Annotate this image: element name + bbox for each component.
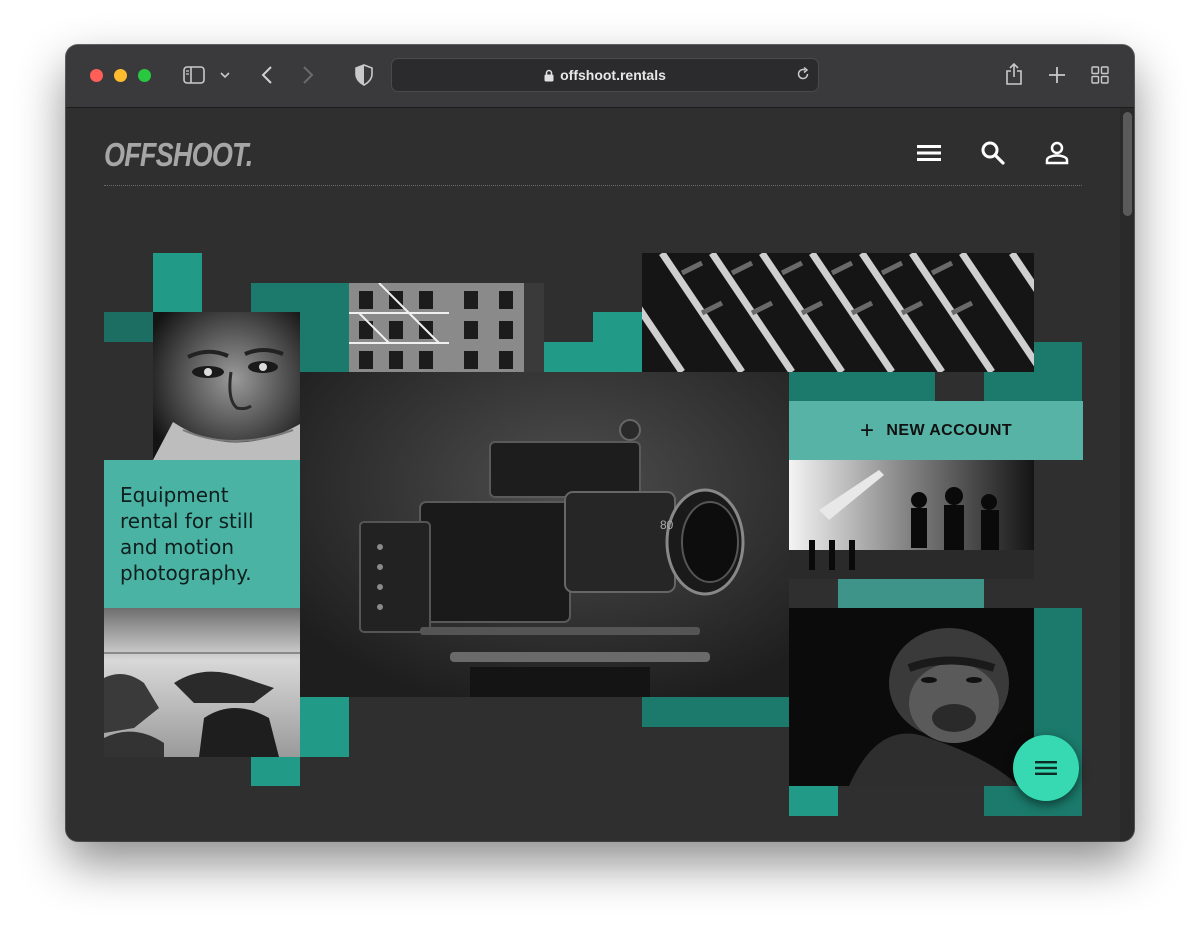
share-icon[interactable]: [1003, 61, 1025, 87]
lock-icon: [544, 69, 554, 82]
scrollbar-thumb[interactable]: [1123, 112, 1132, 216]
page-viewport: OFFSHOOT. 80 Equipment rental for still …: [66, 108, 1134, 841]
mosaic-block: [789, 786, 838, 816]
photo-old-man-portrait: [153, 312, 300, 460]
menu-icon[interactable]: [912, 136, 946, 170]
mosaic-block: [642, 697, 789, 727]
header-divider: [104, 185, 1082, 186]
mosaic-block: [153, 253, 202, 312]
menu-icon: [1035, 760, 1057, 776]
shield-icon[interactable]: [353, 63, 375, 87]
browser-toolbar: offshoot.rentals: [66, 45, 1134, 108]
photo-cinema-camera: 80: [300, 372, 789, 697]
new-account-label: NEW ACCOUNT: [886, 421, 1012, 439]
url-text: offshoot.rentals: [560, 67, 666, 83]
photo-fire-escape-building: [349, 283, 544, 372]
browser-window: offshoot.rentals OFFSHOOT. 80 Equipment …: [66, 45, 1134, 841]
photo-gorilla-portrait: [789, 608, 1034, 786]
svg-text:80: 80: [660, 518, 674, 532]
new-tab-icon[interactable]: [1046, 64, 1068, 86]
chevron-down-icon[interactable]: [218, 67, 232, 83]
plus-icon: +: [860, 416, 875, 444]
site-logo[interactable]: OFFSHOOT.: [104, 136, 253, 174]
mosaic-block: [544, 342, 642, 372]
tagline: Equipment rental for still and motion ph…: [104, 460, 300, 608]
minimize-window-button[interactable]: [114, 69, 127, 82]
mosaic-block: [838, 579, 984, 608]
fab-menu-button[interactable]: [1013, 735, 1079, 801]
mosaic-block: [300, 697, 349, 757]
tab-overview-icon[interactable]: [1089, 64, 1111, 86]
close-window-button[interactable]: [90, 69, 103, 82]
new-account-button[interactable]: + NEW ACCOUNT: [789, 401, 1083, 460]
address-bar[interactable]: offshoot.rentals: [391, 58, 819, 92]
photo-rocky-seascape: [104, 608, 300, 757]
forward-icon[interactable]: [298, 64, 318, 86]
mosaic-block: [789, 372, 935, 401]
mosaic-block: [251, 757, 300, 786]
photo-architecture-facade: [642, 253, 1034, 372]
mosaic-block: [593, 312, 642, 342]
page-scrollbar[interactable]: [1120, 108, 1134, 841]
search-icon[interactable]: [976, 136, 1010, 170]
account-icon[interactable]: [1040, 136, 1074, 170]
sidebar-icon[interactable]: [182, 64, 206, 86]
reload-icon[interactable]: [796, 67, 810, 81]
back-icon[interactable]: [257, 64, 277, 86]
mosaic-block: [104, 312, 153, 342]
zoom-window-button[interactable]: [138, 69, 151, 82]
photo-film-set-silhouettes: [789, 460, 1034, 579]
